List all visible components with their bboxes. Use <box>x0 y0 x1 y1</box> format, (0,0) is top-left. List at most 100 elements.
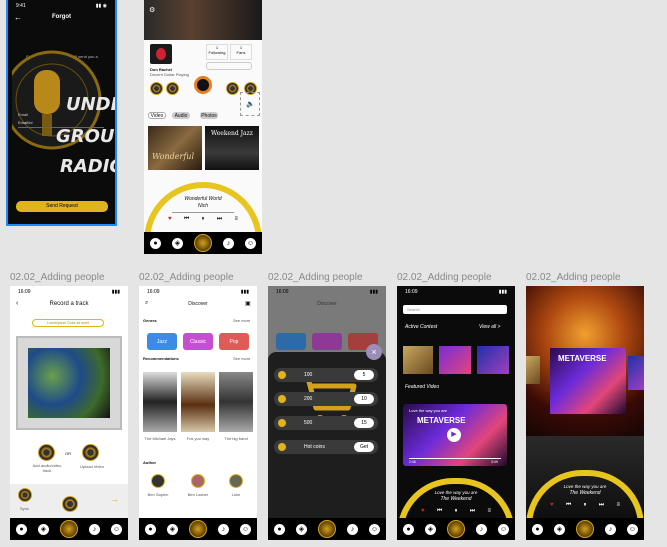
close-icon[interactable]: × <box>366 344 382 360</box>
forgot-title: Forgot <box>52 14 71 20</box>
sync-label: Sync <box>20 506 29 511</box>
radio-icon[interactable] <box>447 520 465 538</box>
video-card-wonderful[interactable]: Wonderful <box>148 126 202 170</box>
featured-video[interactable]: Love the way you are METAVERSE ▶ 2:46 3:… <box>403 404 507 466</box>
progress-bar[interactable] <box>172 212 234 213</box>
next-arrow-icon[interactable]: → <box>110 494 119 504</box>
rec-card-1[interactable] <box>143 372 177 432</box>
author-avatar-1[interactable] <box>151 474 165 488</box>
genre-jazz[interactable]: Jazz <box>147 333 177 350</box>
smile-icon[interactable]: ☺ <box>498 523 509 535</box>
side-thumb-left[interactable] <box>526 356 540 384</box>
explore-icon[interactable]: ◈ <box>167 523 178 535</box>
player-controls[interactable]: ♥ ⏮ ⏸ ⏭ ≡ <box>168 216 238 223</box>
contest-thumb-3[interactable] <box>477 346 509 374</box>
coin-row-4[interactable]: Hot coins Get <box>274 440 378 454</box>
contest-thumb-2[interactable] <box>439 346 471 374</box>
bell-icon[interactable]: ♪ <box>223 237 234 249</box>
rec-card-3[interactable] <box>219 372 253 432</box>
side-thumb-right[interactable] <box>628 356 644 390</box>
contest-screen: 16:09 ▮▮▮ Search Active Contest View all … <box>397 286 515 540</box>
profile-screen: ⚙ Don Rachel Decent Guitar Playing 1 Fol… <box>144 0 262 254</box>
home-icon[interactable]: ● <box>145 523 156 535</box>
metaverse-card[interactable]: METAVERSE <box>550 348 626 414</box>
bottom-nav: ● ◈ ♪ ☺ <box>526 518 644 540</box>
home-icon[interactable]: ● <box>150 237 161 249</box>
home-icon[interactable]: ● <box>16 523 27 535</box>
tab-video[interactable]: Video <box>148 112 166 119</box>
smile-icon[interactable]: ☺ <box>245 237 256 249</box>
smile-icon[interactable]: ☺ <box>627 523 638 535</box>
genre-classic[interactable]: Classic <box>183 333 213 350</box>
sync-icon[interactable] <box>18 488 32 502</box>
home-icon[interactable]: ● <box>274 523 285 535</box>
coin-row-3[interactable]: 500 15 <box>274 416 378 430</box>
play-icon[interactable]: ▶ <box>447 428 461 442</box>
smile-icon[interactable]: ☺ <box>111 523 122 535</box>
player-controls[interactable]: ♥ ⏮ ⏸ ⏭ ≡ <box>421 508 491 515</box>
see-more-recs[interactable]: See more <box>233 356 250 361</box>
smile-icon[interactable]: ☺ <box>369 523 380 535</box>
circle-icon-3[interactable] <box>226 82 239 95</box>
next-icon: ⏭ <box>216 216 223 222</box>
home-icon[interactable]: ● <box>532 523 543 535</box>
see-more-link[interactable]: See more <box>233 318 250 323</box>
author-heading: Author <box>143 460 157 465</box>
send-request-button[interactable]: Send Request <box>16 201 108 212</box>
follow-button[interactable] <box>206 62 252 70</box>
record-disc-icon[interactable] <box>194 76 212 94</box>
explore-icon[interactable]: ◈ <box>172 237 183 249</box>
rec-card-2[interactable] <box>181 372 215 432</box>
bell-icon[interactable]: ♪ <box>218 523 229 535</box>
upload-video-icon[interactable] <box>82 444 99 461</box>
email-field[interactable]: Email/Id <box>18 120 104 128</box>
video-card-weekend-jazz[interactable]: Weekend Jazz <box>205 126 259 170</box>
author-avatar-3[interactable] <box>229 474 243 488</box>
bottom-nav: ● ◈ ♪ ☺ <box>10 518 128 540</box>
featured-heading: Featured Video <box>405 384 440 390</box>
gear-icon[interactable]: ⚙ <box>149 6 155 14</box>
coin-icon <box>278 371 286 379</box>
video-progress[interactable] <box>409 458 501 459</box>
bell-icon[interactable]: ♪ <box>89 523 100 535</box>
record-icon[interactable] <box>62 496 78 512</box>
author-avatar-2[interactable] <box>191 474 205 488</box>
tab-audio[interactable]: Audio <box>172 112 190 119</box>
player-controls[interactable]: ♥ ⏮ ⏸ ⏭ ≡ <box>550 502 620 509</box>
explore-icon[interactable]: ◈ <box>296 523 307 535</box>
circle-icon-1[interactable] <box>150 82 163 95</box>
radio-icon[interactable] <box>60 520 78 538</box>
genre-pop[interactable]: Pop <box>219 333 249 350</box>
home-icon[interactable]: ● <box>403 523 414 535</box>
volume-icon[interactable]: 🔈 <box>246 100 255 108</box>
cart-icon[interactable]: ▣ <box>245 300 251 307</box>
explore-icon[interactable]: ◈ <box>554 523 565 535</box>
explore-icon[interactable]: ◈ <box>425 523 436 535</box>
prev-icon: ⏮ <box>183 216 190 222</box>
explore-icon[interactable]: ◈ <box>38 523 49 535</box>
menu-icon: ≡ <box>234 216 238 222</box>
circle-icon-2[interactable] <box>166 82 179 95</box>
author-name-1: Ben Sapien <box>147 492 169 497</box>
bell-icon[interactable]: ♪ <box>605 523 616 535</box>
radio-icon[interactable] <box>194 234 212 252</box>
radio-icon[interactable] <box>189 520 207 538</box>
coin-icon <box>278 419 286 427</box>
frame-label-5: 02.02_Adding people <box>526 272 621 283</box>
prev-icon: ⏮ <box>436 508 443 514</box>
smile-icon[interactable]: ☺ <box>240 523 251 535</box>
view-all-link[interactable]: View all > <box>479 324 500 330</box>
radio-icon[interactable] <box>318 520 336 538</box>
coin-row-2[interactable]: 200 10 <box>274 392 378 406</box>
genre-classic-dim <box>312 333 342 350</box>
add-audio-icon[interactable] <box>38 444 55 461</box>
bell-icon[interactable]: ♪ <box>476 523 487 535</box>
bell-icon[interactable]: ♪ <box>347 523 358 535</box>
radio-icon[interactable] <box>576 520 594 538</box>
tab-photos[interactable]: Photos <box>200 112 218 119</box>
record-title: Record a track <box>49 301 89 307</box>
contest-thumb-1[interactable] <box>403 346 433 374</box>
coin-row-1[interactable]: 100 5 <box>274 368 378 382</box>
heart-icon: ♥ <box>421 508 425 514</box>
search-input[interactable]: Search <box>403 305 507 314</box>
